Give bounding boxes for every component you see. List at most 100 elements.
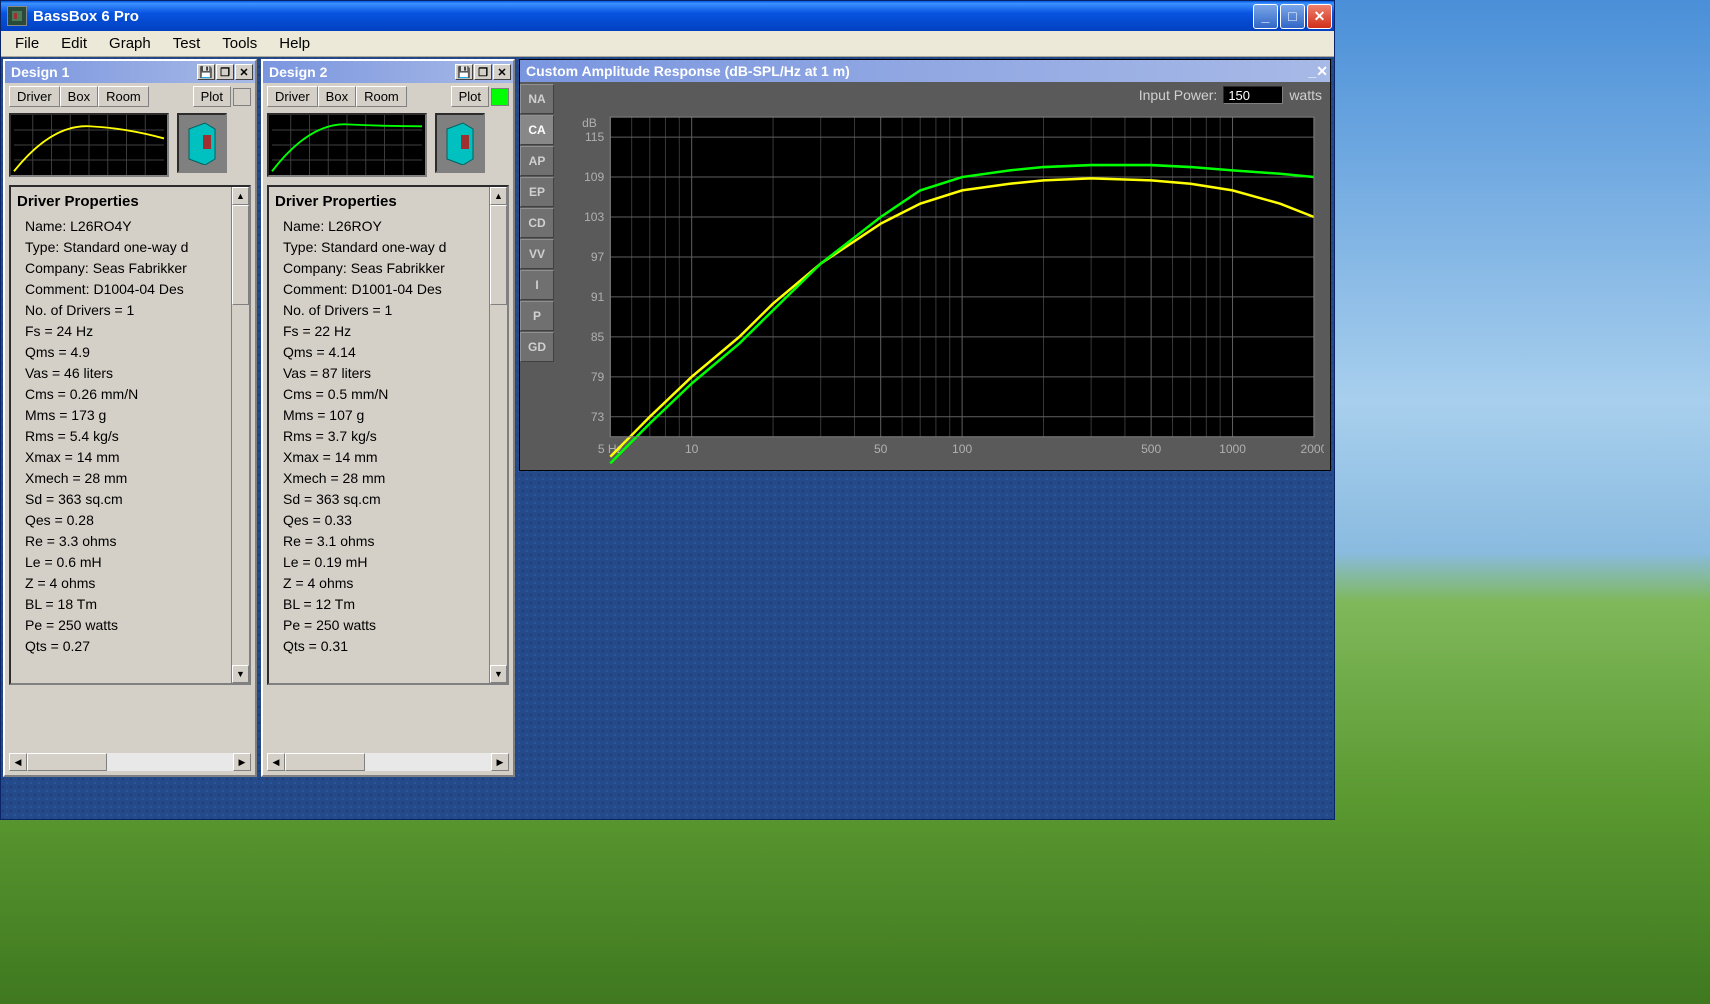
prop-line: Pe = 250 watts [17, 615, 243, 636]
scroll-down-icon[interactable]: ▼ [490, 665, 507, 683]
chart-tab-i[interactable]: I [520, 270, 554, 300]
prop-line: Rms = 5.4 kg/s [17, 426, 243, 447]
menubar: File Edit Graph Test Tools Help [1, 31, 1334, 57]
design-2-color-swatch[interactable] [491, 88, 509, 106]
tab-box[interactable]: Box [318, 86, 356, 107]
scroll-right-icon[interactable]: ▶ [233, 753, 251, 771]
chart-tab-na[interactable]: NA [520, 84, 554, 114]
chart-tab-strip: NA CA AP EP CD VV I P GD [520, 82, 554, 470]
tab-driver[interactable]: Driver [9, 86, 60, 107]
menu-edit[interactable]: Edit [51, 31, 97, 56]
design-1-thumb-box[interactable] [177, 113, 227, 173]
design-2-thumb-chart[interactable] [267, 113, 427, 177]
chart-close-icon[interactable]: ✕ [1316, 63, 1328, 80]
svg-text:79: 79 [591, 370, 605, 384]
design-2-tabs: Driver Box Room Plot [263, 83, 513, 107]
menu-tools[interactable]: Tools [212, 31, 267, 56]
prop-line: Cms = 0.5 mm/N [275, 384, 501, 405]
prop-line: Qms = 4.14 [275, 342, 501, 363]
chart-window: Custom Amplitude Response (dB-SPL/Hz at … [519, 59, 1331, 471]
design-1-thumbnails [5, 107, 255, 183]
design-1-title: Design 1 [11, 64, 196, 80]
horizontal-scrollbar[interactable]: ◀ ▶ [267, 753, 509, 771]
prop-line: Z = 4 ohms [275, 573, 501, 594]
prop-line: Comment: D1004-04 Des [17, 279, 243, 300]
design-2-thumb-box[interactable] [435, 113, 485, 173]
menu-help[interactable]: Help [269, 31, 320, 56]
design-1-copy-icon[interactable]: ❐ [216, 64, 234, 80]
prop-line: Re = 3.3 ohms [17, 531, 243, 552]
hscroll-thumb[interactable] [285, 753, 365, 771]
chart-tab-vv[interactable]: VV [520, 239, 554, 269]
prop-line: Sd = 363 sq.cm [275, 489, 501, 510]
chart-titlebar: Custom Amplitude Response (dB-SPL/Hz at … [520, 60, 1330, 82]
chart-tab-p[interactable]: P [520, 301, 554, 331]
tab-room[interactable]: Room [98, 86, 149, 107]
input-power-unit: watts [1289, 87, 1322, 103]
tab-room[interactable]: Room [356, 86, 407, 107]
app-icon [7, 6, 27, 26]
design-1-titlebar: Design 1 💾 ❐ ✕ [5, 61, 255, 83]
menu-test[interactable]: Test [163, 31, 211, 56]
prop-line: Vas = 87 liters [275, 363, 501, 384]
amplitude-response-chart: 7379859197103109115dB5 Hz105010050010002… [560, 110, 1324, 464]
prop-line: Xmax = 14 mm [275, 447, 501, 468]
prop-line: Mms = 107 g [275, 405, 501, 426]
design-2-thumbnails [263, 107, 513, 183]
menu-graph[interactable]: Graph [99, 31, 161, 56]
hscroll-thumb[interactable] [27, 753, 107, 771]
input-power-label: Input Power: [1139, 87, 1218, 103]
vertical-scrollbar[interactable]: ▲ ▼ [231, 187, 249, 683]
minimize-button[interactable]: _ [1253, 4, 1278, 29]
design-1-thumb-chart[interactable] [9, 113, 169, 177]
horizontal-scrollbar[interactable]: ◀ ▶ [9, 753, 251, 771]
scroll-left-icon[interactable]: ◀ [9, 753, 27, 771]
prop-line: Z = 4 ohms [17, 573, 243, 594]
app-title: BassBox 6 Pro [33, 8, 1253, 25]
vertical-scrollbar[interactable]: ▲ ▼ [489, 187, 507, 683]
scroll-right-icon[interactable]: ▶ [491, 753, 509, 771]
scroll-down-icon[interactable]: ▼ [232, 665, 249, 683]
tab-driver[interactable]: Driver [267, 86, 318, 107]
design-1-properties: Driver Properties Name: L26RO4Y Type: St… [9, 185, 251, 685]
menu-file[interactable]: File [5, 31, 49, 56]
chart-tab-ap[interactable]: AP [520, 146, 554, 176]
svg-text:103: 103 [584, 210, 604, 224]
prop-line: Qts = 0.27 [17, 636, 243, 657]
input-power-field[interactable] [1223, 86, 1283, 104]
design-2-save-icon[interactable]: 💾 [455, 64, 473, 80]
svg-text:85: 85 [591, 330, 605, 344]
tab-plot[interactable]: Plot [451, 86, 489, 107]
svg-text:91: 91 [591, 290, 605, 304]
scroll-left-icon[interactable]: ◀ [267, 753, 285, 771]
prop-line: Qes = 0.28 [17, 510, 243, 531]
design-1-save-icon[interactable]: 💾 [197, 64, 215, 80]
main-window: BassBox 6 Pro _ □ ✕ File Edit Graph Test… [0, 0, 1335, 820]
chart-tab-cd[interactable]: CD [520, 208, 554, 238]
scroll-up-icon[interactable]: ▲ [490, 187, 507, 205]
prop-line: BL = 12 Tm [275, 594, 501, 615]
chart-tab-gd[interactable]: GD [520, 332, 554, 362]
design-1-color-swatch[interactable] [233, 88, 251, 106]
plot-area[interactable]: 7379859197103109115dB5 Hz105010050010002… [560, 110, 1324, 464]
chart-minimize-icon[interactable]: _ [1308, 63, 1316, 79]
design-2-close-icon[interactable]: ✕ [493, 64, 511, 80]
tab-plot[interactable]: Plot [193, 86, 231, 107]
svg-text:97: 97 [591, 250, 605, 264]
maximize-button[interactable]: □ [1280, 4, 1305, 29]
chart-tab-ep[interactable]: EP [520, 177, 554, 207]
scroll-thumb[interactable] [232, 205, 249, 305]
scroll-thumb[interactable] [490, 205, 507, 305]
tab-box[interactable]: Box [60, 86, 98, 107]
design-1-close-icon[interactable]: ✕ [235, 64, 253, 80]
prop-line: Company: Seas Fabrikker [275, 258, 501, 279]
chart-tab-ca[interactable]: CA [520, 115, 554, 145]
chart-main: Input Power: watts 7379859197103109115dB… [554, 82, 1330, 470]
design-2-copy-icon[interactable]: ❐ [474, 64, 492, 80]
prop-line: Re = 3.1 ohms [275, 531, 501, 552]
input-power-row: Input Power: watts [1139, 86, 1322, 104]
close-button[interactable]: ✕ [1307, 4, 1332, 29]
scroll-up-icon[interactable]: ▲ [232, 187, 249, 205]
svg-text:dB: dB [582, 116, 597, 130]
prop-line: Xmax = 14 mm [17, 447, 243, 468]
